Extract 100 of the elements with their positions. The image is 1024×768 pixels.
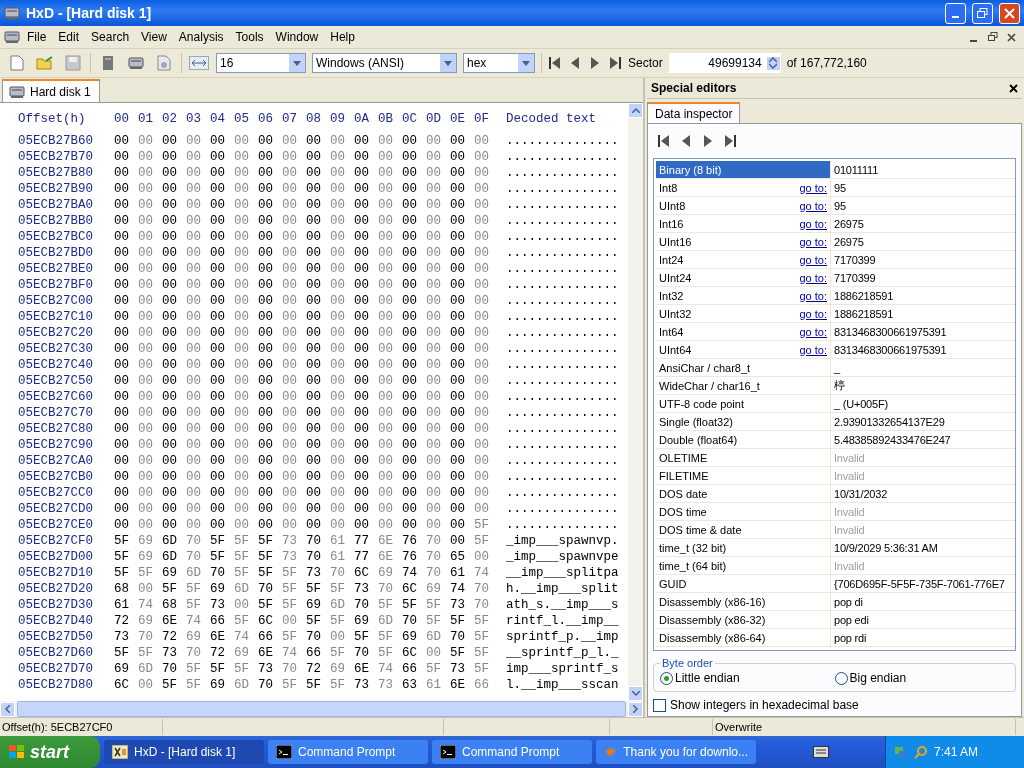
field-label[interactable]: WideChar / char16_t [656, 377, 830, 394]
radio-button[interactable] [660, 671, 673, 685]
close-button[interactable] [999, 2, 1020, 24]
minimize-button[interactable] [945, 2, 966, 24]
menu-item[interactable]: Help [325, 28, 360, 46]
restore-button[interactable] [972, 2, 993, 24]
inspector-tab[interactable]: Data inspector [647, 102, 741, 123]
goto-link[interactable]: go to: [799, 325, 827, 338]
hex-byte: 69 [330, 662, 346, 676]
field-label[interactable]: Double (float64) [656, 431, 830, 448]
dropdown-button[interactable] [518, 54, 534, 72]
menu-item[interactable]: Analysis [173, 28, 229, 46]
first-icon[interactable] [548, 56, 562, 70]
scroll-up-button[interactable] [628, 103, 643, 118]
goto-link[interactable]: go to: [799, 181, 827, 194]
field-label[interactable]: Disassembly (x86-64) [656, 629, 830, 646]
field-label[interactable]: Disassembly (x86-32) [656, 611, 830, 628]
field-label[interactable]: UInt64 [656, 341, 692, 358]
keyboard-icon[interactable] [812, 746, 829, 758]
sector-field[interactable]: 49699134 [668, 53, 781, 73]
field-label[interactable]: UInt24 [656, 269, 692, 286]
hex-byte: 00 [450, 342, 466, 356]
last-icon[interactable] [723, 134, 737, 148]
field-label[interactable]: Int64 [656, 323, 684, 340]
last-icon[interactable] [608, 56, 622, 70]
field-label[interactable]: Int32 [656, 287, 684, 304]
dropdown-button[interactable] [289, 54, 305, 72]
number-base-dropdown[interactable]: hex [463, 53, 535, 73]
checkbox-label[interactable]: Show integers in hexadecimal base [670, 698, 859, 712]
field-label[interactable]: AnsiChar / char8_t [656, 359, 830, 376]
hex-byte: 00 [426, 198, 442, 212]
hex-byte: 00 [474, 310, 490, 324]
field-label[interactable]: UInt16 [656, 233, 692, 250]
scroll-left-button[interactable] [0, 701, 15, 717]
taskbar-button[interactable]: HxD - [Hard disk 1] [104, 740, 264, 764]
first-icon[interactable] [657, 134, 671, 148]
scroll-right-button[interactable] [628, 701, 643, 717]
field-label[interactable]: Binary (8 bit) [656, 161, 830, 178]
field-label[interactable]: time_t (32 bit) [656, 539, 830, 556]
start-button[interactable]: start [0, 736, 100, 768]
menu-item[interactable]: Search [86, 28, 135, 46]
hex-byte: 00 [186, 390, 202, 404]
hex-byte: 5F [258, 550, 274, 564]
goto-link[interactable]: go to: [799, 253, 827, 266]
goto-link[interactable]: go to: [799, 343, 827, 356]
taskbar-button[interactable]: Command Prompt [432, 740, 592, 764]
hex-byte: 00 [138, 486, 154, 500]
field-label[interactable]: Int8 [656, 179, 678, 196]
hex-byte: 00 [114, 486, 130, 500]
field-label[interactable]: Int24 [656, 251, 684, 268]
hex-byte: 5F [162, 678, 178, 692]
goto-link[interactable]: go to: [799, 217, 827, 230]
menu-item[interactable]: File [22, 28, 52, 46]
hex-byte: 00 [474, 390, 490, 404]
charset-dropdown[interactable]: Windows (ANSI) [312, 53, 457, 73]
goto-link[interactable]: go to: [799, 199, 827, 212]
radio-button[interactable] [834, 671, 848, 685]
checkbox[interactable] [653, 698, 666, 712]
goto-link[interactable]: go to: [799, 289, 827, 302]
radio-label[interactable]: Little endian [675, 671, 740, 685]
hex-byte: 00 [402, 246, 418, 260]
close-icon[interactable] [1009, 83, 1018, 93]
field-label[interactable]: GUID [656, 575, 830, 592]
field-label[interactable]: UInt8 [656, 197, 686, 214]
taskbar-button[interactable]: Thank you for downlo... [596, 740, 756, 764]
field-label[interactable]: UInt32 [656, 305, 692, 322]
taskbar-button[interactable]: Command Prompt [268, 740, 428, 764]
hex-byte: 00 [210, 262, 226, 276]
goto-link[interactable]: go to: [799, 235, 827, 248]
console-icon [276, 745, 292, 759]
hex-byte: 00 [258, 502, 274, 516]
hex-byte: 00 [234, 246, 250, 260]
field-label[interactable]: Single (float32) [656, 413, 830, 430]
hex-byte: 73 [282, 534, 298, 548]
hex-byte: 70 [186, 534, 202, 548]
hex-byte: 00 [234, 214, 250, 228]
hex-byte: 70 [378, 582, 394, 596]
document-tab[interactable]: Hard disk 1 [2, 79, 100, 102]
hex-byte: 00 [402, 150, 418, 164]
scroll-down-button[interactable] [628, 686, 643, 701]
menu-item[interactable]: Window [270, 28, 324, 46]
menu-item[interactable]: Tools [230, 28, 269, 46]
radio-label[interactable]: Big endian [849, 671, 907, 685]
hex-byte: 69 [378, 566, 394, 580]
decoded-text: h.__imp___split [505, 582, 618, 596]
field-label[interactable]: DOS date [656, 485, 830, 502]
menu-item[interactable]: Edit [53, 28, 85, 46]
goto-link[interactable]: go to: [799, 307, 827, 320]
dropdown-button[interactable] [440, 54, 456, 72]
bytes-per-row-dropdown[interactable]: 16 [216, 53, 306, 73]
spin-button[interactable] [765, 55, 781, 71]
field-label[interactable]: Int16 [656, 215, 684, 232]
hex-byte: 00 [210, 230, 226, 244]
hex-byte: 5F [450, 646, 466, 660]
field-label[interactable]: Disassembly (x86-16) [656, 593, 830, 610]
hex-byte: 00 [306, 342, 322, 356]
field-label[interactable]: UTF-8 code point [656, 395, 830, 412]
vertical-scrollbar[interactable] [628, 103, 643, 701]
menu-item[interactable]: View [136, 28, 172, 46]
goto-link[interactable]: go to: [799, 271, 827, 284]
